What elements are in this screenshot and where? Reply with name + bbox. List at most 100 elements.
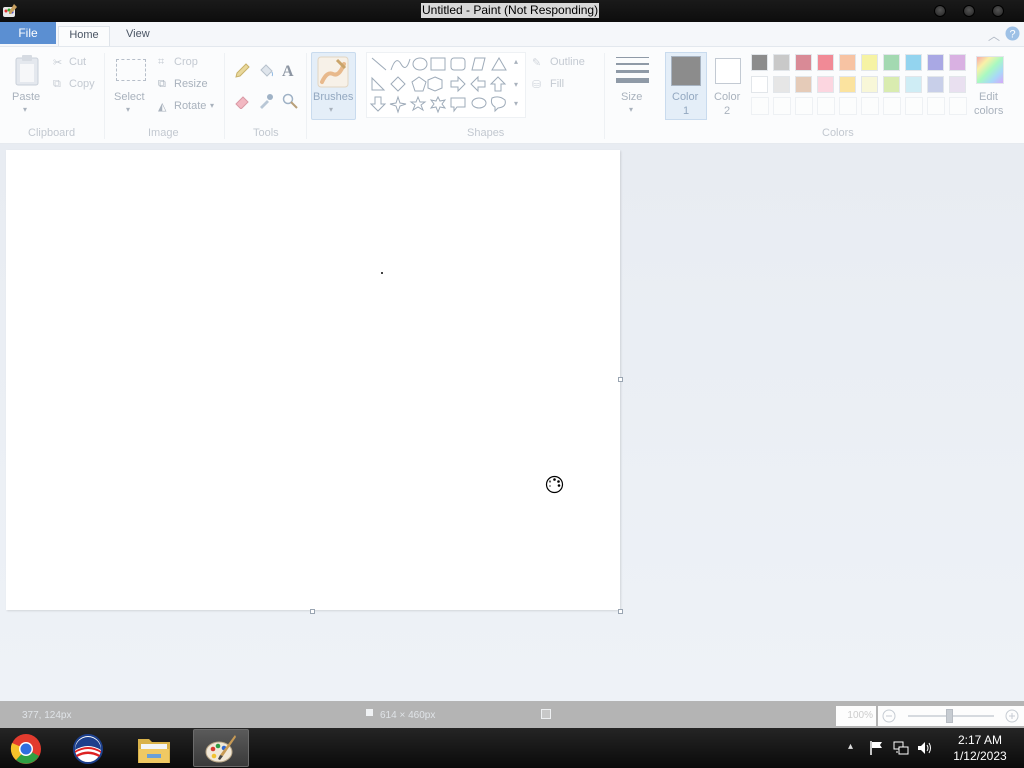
custom-color-slot[interactable] bbox=[949, 97, 967, 115]
color-swatch[interactable] bbox=[949, 76, 966, 93]
brush-icon[interactable] bbox=[317, 56, 349, 88]
tab-home[interactable]: Home bbox=[58, 26, 110, 46]
pencil-icon[interactable] bbox=[234, 63, 250, 79]
help-icon[interactable]: ? bbox=[1005, 26, 1020, 41]
color-swatch[interactable] bbox=[927, 54, 944, 71]
copy-button[interactable]: Copy bbox=[69, 78, 95, 90]
cut-button[interactable]: Cut bbox=[69, 56, 86, 68]
brushes-dropdown-icon[interactable]: ▾ bbox=[329, 105, 333, 114]
fill-bucket-icon[interactable] bbox=[258, 63, 274, 79]
resize-icon[interactable]: ⧉ bbox=[158, 78, 166, 91]
size-icon[interactable] bbox=[616, 56, 649, 84]
resize-handle-corner[interactable] bbox=[618, 609, 623, 614]
rotate-icon[interactable]: ◭ bbox=[158, 100, 166, 113]
network-icon[interactable] bbox=[893, 740, 909, 756]
custom-color-slot[interactable] bbox=[751, 97, 769, 115]
fill-button[interactable]: Fill bbox=[550, 78, 564, 90]
brushes-label[interactable]: Brushes bbox=[313, 91, 353, 103]
custom-color-slot[interactable] bbox=[861, 97, 879, 115]
color-swatch[interactable] bbox=[839, 54, 856, 71]
custom-color-slot[interactable] bbox=[817, 97, 835, 115]
color2-swatch[interactable] bbox=[715, 58, 741, 84]
color-swatch[interactable] bbox=[795, 76, 812, 93]
show-hidden-icons-icon[interactable]: ▴ bbox=[848, 741, 853, 752]
color1-label[interactable]: Color bbox=[672, 91, 698, 103]
magnifier-icon[interactable] bbox=[282, 93, 298, 109]
color-swatch[interactable] bbox=[949, 54, 966, 71]
color-swatch[interactable] bbox=[927, 76, 944, 93]
color-swatch[interactable] bbox=[861, 54, 878, 71]
select-label[interactable]: Select bbox=[114, 91, 145, 103]
fill-icon[interactable]: ⛁ bbox=[532, 78, 541, 91]
custom-color-slot[interactable] bbox=[883, 97, 901, 115]
color-swatch[interactable] bbox=[773, 54, 790, 71]
canvas-workspace[interactable] bbox=[0, 144, 1024, 701]
taskbar-obama-button[interactable] bbox=[62, 729, 118, 767]
minimize-ribbon-icon[interactable]: ︿ bbox=[988, 27, 1000, 44]
custom-color-slot[interactable] bbox=[795, 97, 813, 115]
select-icon[interactable] bbox=[116, 59, 146, 81]
color-swatch[interactable] bbox=[839, 76, 856, 93]
resize-handle-right[interactable] bbox=[618, 377, 623, 382]
color-swatch[interactable] bbox=[817, 76, 834, 93]
color-swatch[interactable] bbox=[773, 76, 790, 93]
volume-icon[interactable] bbox=[917, 740, 933, 756]
shapes-scroll-down-icon[interactable]: ▾ bbox=[514, 80, 518, 89]
custom-color-slot[interactable] bbox=[927, 97, 945, 115]
color-picker-icon[interactable] bbox=[258, 93, 274, 109]
size-label[interactable]: Size bbox=[621, 91, 642, 103]
outline-button[interactable]: Outline bbox=[550, 56, 585, 68]
rotate-button[interactable]: Rotate bbox=[174, 100, 206, 112]
shapes-gallery-icons[interactable] bbox=[368, 55, 513, 115]
drawing-canvas[interactable] bbox=[6, 150, 620, 610]
crop-button[interactable]: Crop bbox=[174, 56, 198, 68]
text-tool-icon[interactable]: A bbox=[282, 63, 294, 81]
tab-file[interactable]: File bbox=[0, 22, 56, 44]
edit-colors-label-2[interactable]: colors bbox=[974, 105, 1003, 117]
action-center-flag-icon[interactable] bbox=[869, 740, 885, 756]
maximize-button[interactable] bbox=[963, 5, 975, 17]
color-swatch[interactable] bbox=[883, 54, 900, 71]
custom-color-slot[interactable] bbox=[905, 97, 923, 115]
paste-label[interactable]: Paste bbox=[12, 91, 40, 103]
custom-color-slot[interactable] bbox=[839, 97, 857, 115]
paste-icon[interactable] bbox=[14, 54, 40, 86]
zoom-in-icon[interactable] bbox=[1005, 709, 1019, 723]
color-swatch[interactable] bbox=[751, 76, 768, 93]
color-swatch[interactable] bbox=[883, 76, 900, 93]
color-swatch[interactable] bbox=[751, 54, 768, 71]
taskbar-clock[interactable]: 2:17 AM 1/12/2023 bbox=[940, 732, 1020, 764]
color2-label[interactable]: Color bbox=[714, 91, 740, 103]
color-swatch[interactable] bbox=[795, 54, 812, 71]
paste-dropdown-icon[interactable]: ▾ bbox=[23, 105, 27, 114]
shapes-scroll-up-icon[interactable]: ▴ bbox=[514, 57, 518, 66]
cut-icon[interactable]: ✂ bbox=[53, 56, 62, 69]
rotate-dropdown-icon[interactable]: ▾ bbox=[210, 101, 214, 110]
color-swatch[interactable] bbox=[861, 76, 878, 93]
copy-icon[interactable]: ⧉ bbox=[53, 78, 61, 91]
outline-icon[interactable]: ✎ bbox=[532, 56, 541, 69]
zoom-out-icon[interactable] bbox=[882, 709, 896, 723]
paint-app-icon[interactable] bbox=[2, 3, 18, 19]
custom-color-slot[interactable] bbox=[773, 97, 791, 115]
minimize-button[interactable] bbox=[934, 5, 946, 17]
edit-colors-icon[interactable] bbox=[976, 56, 1004, 84]
taskbar-paint-button[interactable] bbox=[193, 729, 249, 767]
edit-colors-label-1[interactable]: Edit bbox=[979, 91, 998, 103]
taskbar-chrome-button[interactable] bbox=[0, 729, 56, 767]
resize-button[interactable]: Resize bbox=[174, 78, 208, 90]
size-dropdown-icon[interactable]: ▾ bbox=[629, 105, 633, 114]
tab-view[interactable]: View bbox=[126, 26, 150, 46]
select-dropdown-icon[interactable]: ▾ bbox=[126, 105, 130, 114]
close-button[interactable] bbox=[992, 5, 1004, 17]
shapes-more-icon[interactable]: ▾ bbox=[514, 99, 518, 108]
taskbar-explorer-button[interactable] bbox=[127, 729, 183, 767]
zoom-slider-thumb[interactable] bbox=[946, 709, 953, 723]
crop-icon[interactable]: ⌗ bbox=[158, 56, 164, 69]
resize-handle-bottom[interactable] bbox=[310, 609, 315, 614]
color2-number[interactable]: 2 bbox=[724, 105, 730, 117]
color-swatch[interactable] bbox=[905, 54, 922, 71]
color1-number[interactable]: 1 bbox=[683, 105, 689, 117]
zoom-level[interactable]: 100% bbox=[836, 706, 876, 726]
color-swatch[interactable] bbox=[905, 76, 922, 93]
